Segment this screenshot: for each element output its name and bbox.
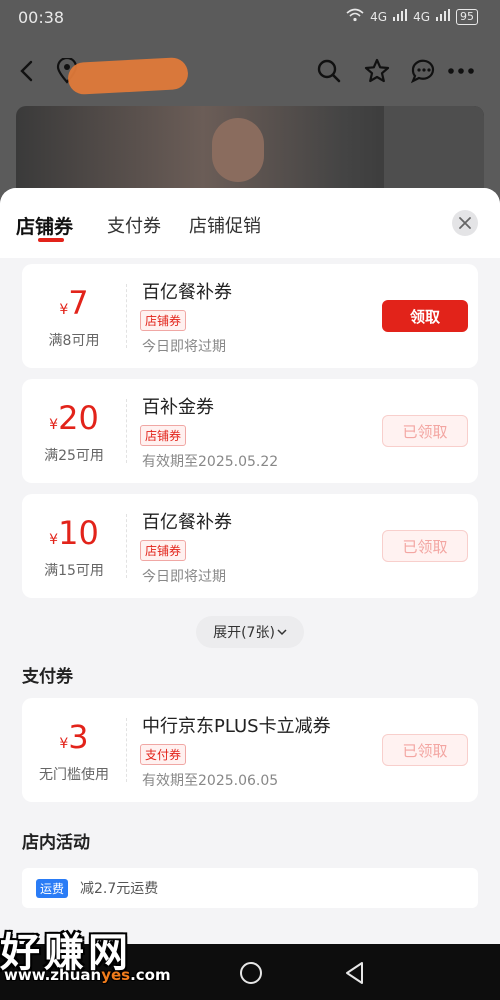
more-dots-icon[interactable]: [446, 56, 476, 86]
tab-shop-promotions[interactable]: 店铺促销: [189, 212, 261, 238]
activity-section-title: 店内活动: [22, 833, 90, 853]
coupon-condition: 满25可用: [44, 448, 104, 464]
coupon-card: ¥7 满8可用 百亿餐补券 店铺券 今日即将过期 领取: [22, 264, 478, 368]
star-icon[interactable]: [362, 56, 392, 86]
signal-label-1: 4G: [370, 9, 388, 24]
signal-icon: [393, 9, 408, 24]
coupon-type-badge: 店铺券: [140, 310, 187, 331]
coupon-divider: [126, 399, 127, 463]
coupon-expiry: 有效期至2025.05.22: [142, 454, 279, 470]
watermark-url: www.zhuanyes.com: [4, 966, 171, 984]
coupon-type-badge: 店铺券: [140, 540, 187, 561]
banner-person-image: [212, 118, 264, 182]
coupon-title: 百亿餐补券: [142, 282, 232, 303]
coupon-type-badge: 店铺券: [140, 425, 187, 446]
site-watermark: 好赚网 www.zhuanyes.com: [0, 912, 240, 1000]
signal-label-2: 4G: [413, 9, 430, 24]
coupon-card: ¥3 无门槛使用 中行京东PLUS卡立减券 支付券 有效期至2025.06.05…: [22, 698, 478, 802]
signal-icon: [436, 9, 450, 24]
payment-section-title: 支付券: [22, 667, 73, 687]
coupon-expiry: 有效期至2025.06.05: [142, 773, 279, 789]
coupon-divider: [126, 284, 127, 348]
tab-shop-coupons[interactable]: 店铺券: [16, 212, 73, 239]
home-circle-icon[interactable]: [238, 960, 264, 986]
chat-bubble-icon[interactable]: [408, 56, 438, 86]
coupon-card: ¥10 满15可用 百亿餐补券 店铺券 今日即将过期 已领取: [22, 494, 478, 598]
coupon-amount: ¥10: [49, 514, 99, 552]
coupon-amount: ¥7: [59, 284, 89, 322]
coupon-expiry: 今日即将过期: [142, 569, 226, 585]
activity-tag: 运费: [36, 879, 69, 898]
close-icon: [459, 217, 471, 229]
battery-indicator: 95: [456, 8, 478, 25]
status-icons: 4G 4G 95: [346, 8, 478, 25]
search-icon[interactable]: [314, 56, 344, 86]
chevron-left-icon[interactable]: [12, 56, 42, 86]
coupon-title: 百亿餐补券: [142, 512, 232, 533]
expand-label: 展开(7张): [213, 625, 275, 641]
status-time: 00:38: [18, 8, 65, 27]
coupon-condition: 满8可用: [48, 333, 100, 349]
claimed-button[interactable]: 已领取: [382, 734, 468, 766]
coupon-divider: [126, 514, 127, 578]
coupon-amount: ¥20: [49, 399, 99, 437]
activity-item[interactable]: 运费 减2.7元运费: [22, 868, 478, 908]
coupon-sheet: 店铺券 支付券 店铺促销 ¥7 满8可用 百亿餐补券 店铺券 今日即将过期 领取…: [0, 188, 500, 948]
claimed-button[interactable]: 已领取: [382, 415, 468, 447]
claimed-button[interactable]: 已领取: [382, 530, 468, 562]
coupon-condition: 无门槛使用: [39, 767, 109, 783]
coupon-type-badge: 支付券: [140, 744, 187, 765]
status-bar: 00:38 4G 4G 95: [0, 0, 500, 36]
back-triangle-icon[interactable]: [342, 960, 368, 986]
coupon-title: 中行京东PLUS卡立减券: [142, 716, 331, 737]
coupon-title: 百补金券: [142, 397, 214, 418]
tab-payment-coupons[interactable]: 支付券: [107, 212, 161, 238]
expand-coupons-button[interactable]: 展开(7张): [196, 616, 304, 648]
coupon-divider: [126, 718, 127, 782]
coupon-condition: 满15可用: [44, 563, 104, 579]
coupon-expiry: 今日即将过期: [142, 339, 226, 355]
active-tab-indicator: [38, 238, 64, 242]
chevron-down-icon: [277, 629, 287, 636]
activity-text: 减2.7元运费: [80, 881, 159, 897]
sheet-header: 店铺券 支付券 店铺促销: [0, 188, 500, 258]
coupon-amount: ¥3: [59, 718, 89, 756]
wifi-icon: [346, 8, 364, 25]
redacted-shop-name: [67, 56, 189, 96]
claim-button[interactable]: 领取: [382, 300, 468, 332]
coupon-card: ¥20 满25可用 百补金券 店铺券 有效期至2025.05.22 已领取: [22, 379, 478, 483]
close-button[interactable]: [452, 210, 478, 236]
